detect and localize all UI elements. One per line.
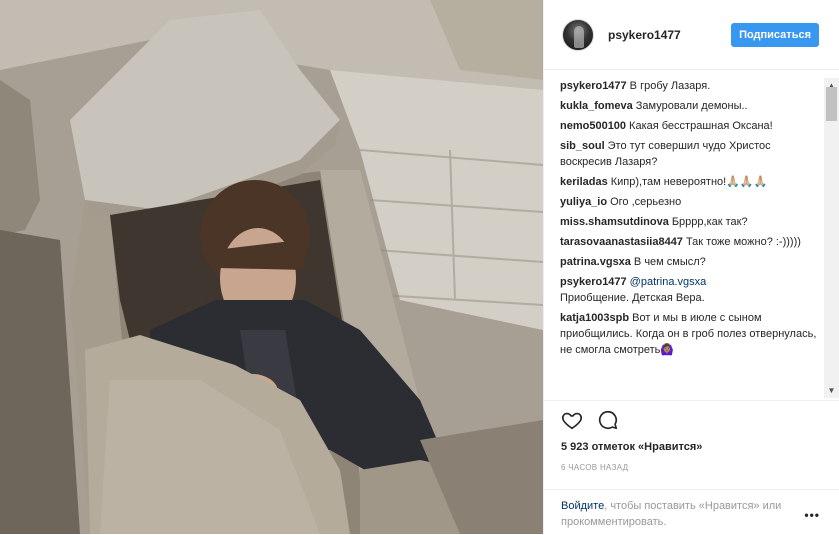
- photo-illustration: [0, 0, 543, 534]
- comment-username[interactable]: psykero1477: [560, 80, 627, 92]
- comment-username[interactable]: keriladas: [560, 176, 608, 188]
- post-header: psykero1477 Подписаться: [544, 0, 839, 70]
- post-actions: 5 923 отметок «Нравится» 6 часов назад В…: [544, 400, 839, 534]
- avatar[interactable]: [562, 18, 594, 51]
- comment-username[interactable]: tarasovaanastasiia8447: [560, 236, 683, 248]
- comment-item: patrina.vgsxa В чем смысл?: [560, 254, 822, 270]
- ellipsis-icon[interactable]: •••: [804, 508, 820, 522]
- comment-item: psykero1477 @patrina.vgsxa Приобщение. Дет…: [560, 274, 822, 306]
- comment-item: sib_soul Это тут совершил чудо Христос во…: [560, 138, 822, 170]
- instagram-post: psykero1477 Подписаться psykero1477 В гро…: [0, 0, 839, 534]
- comment-text: В чем смысл?: [633, 256, 706, 268]
- comment-text: Какая бесстрашная Оксана!: [629, 120, 773, 132]
- comment-username[interactable]: nemo500100: [560, 120, 626, 132]
- comment-list: psykero1477 В гробу Лазаря. kukla_fomeva З…: [560, 78, 822, 362]
- comment-item: yuliya_io Ого ,серьезно: [560, 194, 822, 210]
- scroll-down-icon[interactable]: ▼: [824, 383, 839, 398]
- comment-item: psykero1477 В гробу Лазаря.: [560, 78, 822, 94]
- comments-section[interactable]: psykero1477 В гробу Лазаря. kukla_fomeva З…: [544, 78, 839, 400]
- comment-text: Брррр,как так?: [671, 216, 748, 228]
- comment-text: Приобщение. Детская Вера.: [560, 292, 705, 304]
- comment-username[interactable]: patrina.vgsxa: [560, 256, 631, 268]
- login-prompt-text: Войдите, чтобы поставить «Нравится» или …: [561, 498, 801, 530]
- follow-button[interactable]: Подписаться: [731, 23, 819, 47]
- comment-text: Так тоже можно? :-))))): [685, 236, 801, 248]
- login-link[interactable]: Войдите: [561, 500, 604, 512]
- post-sidebar: psykero1477 Подписаться psykero1477 В гро…: [543, 0, 839, 534]
- comment-text: Кипр),там невероятно!🙏🏼🙏🏼🙏🏼: [610, 176, 768, 188]
- comment-item: keriladas Кипр),там невероятно!🙏🏼🙏🏼🙏🏼: [560, 174, 822, 190]
- speech-bubble-icon[interactable]: [597, 409, 619, 431]
- comment-item: miss.shamsutdinova Брррр,как так?: [560, 214, 822, 230]
- comment-username[interactable]: psykero1477: [560, 276, 627, 288]
- scroll-thumb[interactable]: [826, 87, 837, 121]
- post-timestamp[interactable]: 6 часов назад: [561, 463, 628, 472]
- comment-text: Замуровали демоны..: [635, 100, 748, 112]
- comment-item: nemo500100 Какая бесстрашная Оксана!: [560, 118, 822, 134]
- comment-username[interactable]: yuliya_io: [560, 196, 607, 208]
- comment-item: kukla_fomeva Замуровали демоны..: [560, 98, 822, 114]
- comment-item: tarasovaanastasiia8447 Так тоже можно? :-…: [560, 234, 822, 250]
- comment-username[interactable]: sib_soul: [560, 140, 605, 152]
- action-icons: [561, 409, 619, 431]
- comment-text: В гробу Лазаря.: [629, 80, 711, 92]
- login-prompt: Войдите, чтобы поставить «Нравится» или …: [544, 489, 839, 535]
- comment-mention[interactable]: @patrina.vgsxa: [630, 276, 707, 288]
- comment-username[interactable]: miss.shamsutdinova: [560, 216, 669, 228]
- post-photo[interactable]: [0, 0, 543, 534]
- likes-count[interactable]: 5 923 отметок «Нравится»: [561, 441, 702, 453]
- comment-username[interactable]: katja1003spb: [560, 312, 629, 324]
- comment-username[interactable]: kukla_fomeva: [560, 100, 633, 112]
- comments-scrollbar[interactable]: ▲ ▼: [824, 78, 839, 398]
- heart-outline-icon[interactable]: [561, 409, 583, 431]
- comment-text: Ого ,серьезно: [610, 196, 682, 208]
- author-username[interactable]: psykero1477: [608, 28, 681, 42]
- comment-item: katja1003spb Вот и мы в июле с сыном прио…: [560, 310, 822, 358]
